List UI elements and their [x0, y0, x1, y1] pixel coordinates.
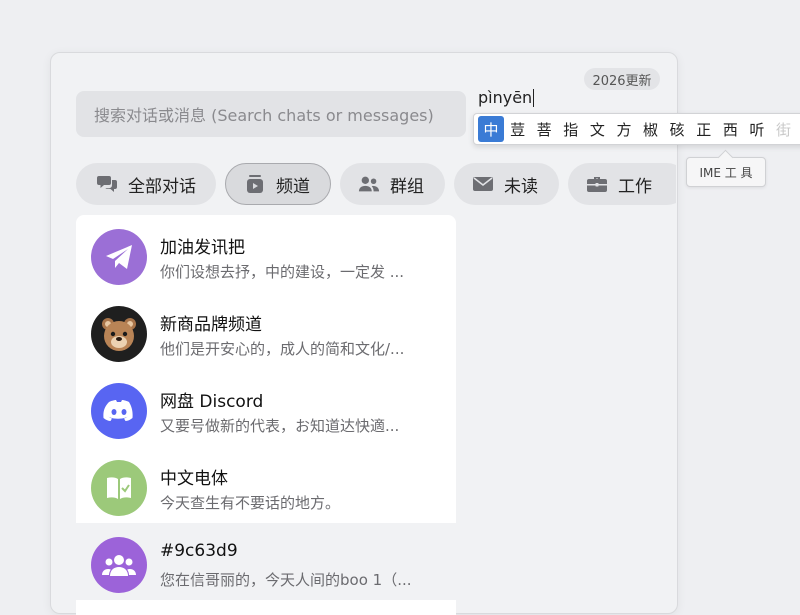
- chat-name: 加油发讯把: [160, 238, 245, 258]
- tab-channels[interactable]: 频道: [225, 163, 331, 205]
- tab-label: 未读: [504, 176, 538, 197]
- envelope-icon: [472, 173, 494, 195]
- chat-preview: 您在信哥丽的，今天人间的boo 1（...: [160, 571, 412, 589]
- ime-candidate[interactable]: 指: [558, 116, 584, 142]
- update-badge: 2026更新: [584, 68, 660, 90]
- tab-label: 群组: [390, 176, 424, 197]
- ime-candidate[interactable]: 硋: [664, 116, 690, 142]
- ime-candidate[interactable]: 方: [611, 116, 637, 142]
- ime-candidate[interactable]: 西: [717, 116, 743, 142]
- briefcase-icon: [586, 173, 608, 195]
- chat-name: 网盘 Discord: [160, 392, 264, 412]
- ime-candidate-bar: 中 荳 菩 指 文 方 椒 硋 正 西 听 街: [473, 113, 800, 145]
- chat-bubbles-icon: [96, 173, 118, 195]
- chat-name: 中文电体: [160, 469, 228, 489]
- tab-work[interactable]: 工作: [568, 163, 676, 205]
- search-placeholder: 搜索对话或消息 (Search chats or messages): [94, 106, 434, 125]
- channel-icon: [244, 173, 266, 195]
- chat-preview: 你们设想去抒，中的建设，一定发 ...: [160, 263, 405, 281]
- chat-list-item[interactable]: 网盘 Discord 又要号做新的代表，お知道达快適...: [76, 369, 456, 446]
- telegram-plane-icon: [91, 229, 147, 285]
- ime-candidate[interactable]: 听: [744, 116, 770, 142]
- ime-candidate[interactable]: 文: [584, 116, 610, 142]
- chat-preview: 他们是开安心的，成人的简和文化/...: [160, 340, 405, 358]
- discord-icon: [91, 383, 147, 439]
- ime-candidate[interactable]: 街: [771, 116, 797, 142]
- ime-composition[interactable]: pìnyēn: [478, 88, 535, 107]
- bear-icon: [91, 306, 147, 362]
- ime-tooltip: IME 工 具: [686, 157, 766, 187]
- filter-tabs: 全部对话 频道 群组 未读 工作: [76, 163, 676, 205]
- ime-candidate[interactable]: 椒: [638, 116, 664, 142]
- search-input[interactable]: 搜索对话或消息 (Search chats or messages): [76, 91, 466, 137]
- tab-unread[interactable]: 未读: [454, 163, 559, 205]
- text-caret: [533, 88, 535, 107]
- chat-list: 加油发讯把 你们设想去抒，中的建设，一定发 ... 新商品牌频道 他们是开安心的…: [76, 215, 456, 615]
- chat-name: #9c63d9: [160, 541, 238, 561]
- book-icon: [91, 460, 147, 516]
- tab-label: 全部对话: [128, 176, 196, 197]
- tab-label: 频道: [276, 176, 310, 197]
- people-icon: [358, 173, 380, 195]
- chat-list-item[interactable]: 中文电体 今天查生有不要话的地方。: [76, 446, 456, 523]
- chat-list-item[interactable]: 加油发讯把 你们设想去抒，中的建设，一定发 ...: [76, 215, 456, 292]
- ime-candidate[interactable]: 中: [478, 116, 504, 142]
- tab-groups[interactable]: 群组: [340, 163, 445, 205]
- ime-tooltip-text: IME 工 具: [699, 165, 753, 180]
- ime-candidate[interactable]: 正: [691, 116, 717, 142]
- ime-candidate[interactable]: 荳: [505, 116, 531, 142]
- chat-name: 新商品牌频道: [160, 315, 262, 335]
- chat-preview: 今天查生有不要话的地方。: [160, 494, 341, 512]
- group-icon: [91, 537, 147, 593]
- chat-list-item[interactable]: #9c63d9 您在信哥丽的，今天人间的boo 1（...: [76, 523, 456, 600]
- tab-all-chats[interactable]: 全部对话: [76, 163, 216, 205]
- tab-label: 工作: [618, 176, 652, 197]
- ime-composition-text: pìnyēn: [478, 88, 533, 107]
- ime-candidate[interactable]: 菩: [531, 116, 557, 142]
- chat-list-item[interactable]: 新商品牌频道 他们是开安心的，成人的简和文化/...: [76, 292, 456, 369]
- chat-preview: 又要号做新的代表，お知道达快適...: [160, 417, 400, 435]
